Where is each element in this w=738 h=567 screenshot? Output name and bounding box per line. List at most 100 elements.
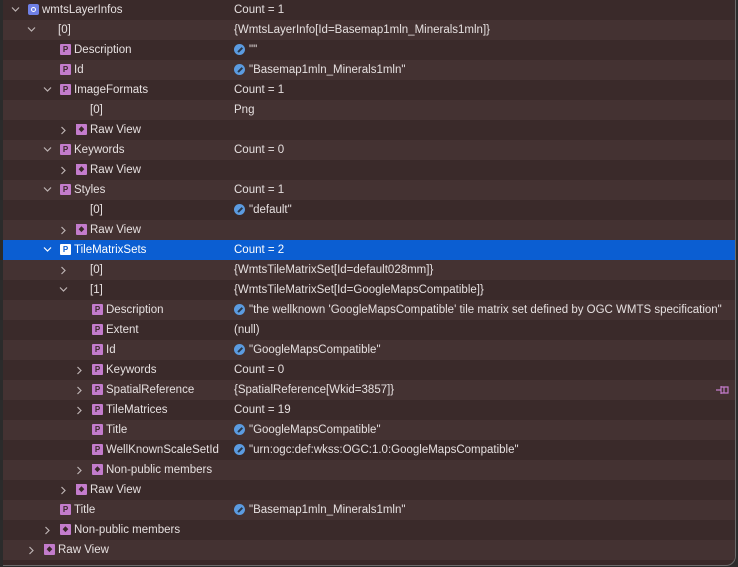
chevron-down-icon[interactable] xyxy=(26,20,36,40)
value-text: {WmtsLayerInfo[Id=Basemap1mln_Minerals1m… xyxy=(234,24,490,36)
tree-row[interactable]: P ImageFormats Count = 1 xyxy=(3,80,735,100)
variable-value: (null) xyxy=(234,320,260,340)
variable-value[interactable]: "the wellknown 'GoogleMapsCompatible' ti… xyxy=(234,300,722,320)
chevron-down-icon[interactable] xyxy=(58,280,68,300)
variable-value: Count = 2 xyxy=(234,240,284,260)
tree-row[interactable]: P TileMatrixSets Count = 2 xyxy=(3,240,735,260)
tree-row[interactable]: [0] {WmtsLayerInfo[Id=Basemap1mln_Mineral… xyxy=(3,20,735,40)
tree-row[interactable]: P WellKnownScaleSetId "urn:ogc:def:wkss:OG… xyxy=(3,440,735,460)
variable-name: Raw View xyxy=(90,124,141,136)
value-text: Png xyxy=(234,104,255,116)
variable-name: Keywords xyxy=(106,364,157,376)
tree-row[interactable]: P Id "GoogleMapsCompatible" xyxy=(3,340,735,360)
variable-value: Count = 0 xyxy=(234,140,284,160)
tree-row[interactable]: P Keywords Count = 0 xyxy=(3,140,735,160)
property-icon: P xyxy=(92,344,103,355)
object-icon xyxy=(28,4,39,15)
chevron-down-icon[interactable] xyxy=(42,80,52,100)
tree-row[interactable]: P Id "Basemap1mln_Minerals1mln" xyxy=(3,60,735,80)
chevron-right-icon[interactable] xyxy=(74,460,84,480)
chevron-down-icon[interactable] xyxy=(42,180,52,200)
folder-icon: ◆ xyxy=(92,464,103,475)
variable-name: [1] xyxy=(90,284,103,296)
edit-value-icon[interactable] xyxy=(234,424,245,435)
variable-name: Styles xyxy=(74,184,106,196)
property-icon: P xyxy=(60,504,71,515)
value-text: "" xyxy=(249,44,258,56)
variable-name: Raw View xyxy=(58,544,109,556)
tree-row[interactable]: [0] "default" xyxy=(3,200,735,220)
variable-name: Description xyxy=(74,44,132,56)
chevron-down-icon[interactable] xyxy=(42,240,52,260)
edit-value-icon[interactable] xyxy=(234,304,245,315)
tree-row[interactable]: P Extent (null) xyxy=(3,320,735,340)
tree-row[interactable]: P Title "GoogleMapsCompatible" xyxy=(3,420,735,440)
property-icon: P xyxy=(92,324,103,335)
variable-name: [0] xyxy=(90,204,103,216)
tree-row[interactable]: [0] {WmtsTileMatrixSet[Id=default028mm]} xyxy=(3,260,735,280)
edit-value-icon[interactable] xyxy=(234,504,245,515)
variable-value[interactable]: "GoogleMapsCompatible" xyxy=(234,340,381,360)
tree-row[interactable]: ◆ Raw View xyxy=(3,480,735,500)
variable-value[interactable]: "default" xyxy=(234,200,292,220)
tree-row[interactable]: ◆ Raw View xyxy=(3,160,735,180)
chevron-right-icon[interactable] xyxy=(74,400,84,420)
chevron-right-icon[interactable] xyxy=(58,260,68,280)
variable-name: Raw View xyxy=(90,484,141,496)
variable-value[interactable]: "Basemap1mln_Minerals1mln" xyxy=(234,500,405,520)
chevron-right-icon[interactable] xyxy=(58,480,68,500)
tree-row[interactable]: P Keywords Count = 0 xyxy=(3,360,735,380)
tree-row[interactable]: [0] Png xyxy=(3,100,735,120)
edit-value-icon[interactable] xyxy=(234,444,245,455)
chevron-right-icon[interactable] xyxy=(26,540,36,560)
variable-value: {SpatialReference[Wkid=3857]} xyxy=(234,380,394,400)
value-text: (null) xyxy=(234,324,260,336)
property-icon: P xyxy=(60,184,71,195)
chevron-down-icon[interactable] xyxy=(10,0,20,20)
folder-icon: ◆ xyxy=(76,484,87,495)
tree-row[interactable]: ◆ Raw View xyxy=(3,540,735,560)
variable-value: {WmtsTileMatrixSet[Id=default028mm]} xyxy=(234,260,433,280)
chevron-right-icon[interactable] xyxy=(42,520,52,540)
value-text: Count = 1 xyxy=(234,84,285,96)
variable-name: WellKnownScaleSetId xyxy=(106,444,219,456)
variable-value[interactable]: "GoogleMapsCompatible" xyxy=(234,420,381,440)
variable-value[interactable]: "Basemap1mln_Minerals1mln" xyxy=(234,60,405,80)
variable-value[interactable]: "" xyxy=(234,40,257,60)
tree-row[interactable]: P Description "" xyxy=(3,40,735,60)
chevron-down-icon[interactable] xyxy=(42,140,52,160)
variable-name: wmtsLayerInfos xyxy=(42,4,123,16)
tree-row[interactable]: [1] {WmtsTileMatrixSet[Id=GoogleMapsCompa… xyxy=(3,280,735,300)
variable-value: Count = 19 xyxy=(234,400,291,420)
tree-row[interactable]: ◆ Non-public members xyxy=(3,460,735,480)
chevron-right-icon[interactable] xyxy=(58,220,68,240)
variable-name: Description xyxy=(106,304,164,316)
variable-name: [0] xyxy=(90,104,103,116)
tree-row[interactable]: P Styles Count = 1 xyxy=(3,180,735,200)
tree-row[interactable]: ◆ Raw View xyxy=(3,220,735,240)
property-icon: P xyxy=(92,304,103,315)
tree-row[interactable]: P Description "the wellknown 'GoogleMapsCo… xyxy=(3,300,735,320)
value-text: {WmtsTileMatrixSet[Id=GoogleMapsCompatib… xyxy=(234,284,484,296)
chevron-right-icon[interactable] xyxy=(58,160,68,180)
tree-row[interactable]: P SpatialReference {SpatialReference[Wkid=… xyxy=(3,380,735,400)
tree-row[interactable]: ◆ Non-public members xyxy=(3,520,735,540)
tree-row[interactable]: wmtsLayerInfos Count = 1 xyxy=(3,0,735,20)
property-icon: P xyxy=(92,444,103,455)
chevron-right-icon[interactable] xyxy=(74,380,84,400)
variable-name: [0] xyxy=(58,24,71,36)
edit-value-icon[interactable] xyxy=(234,344,245,355)
edit-value-icon[interactable] xyxy=(234,204,245,215)
variable-value[interactable]: "urn:ogc:def:wkss:OGC:1.0:GoogleMapsComp… xyxy=(234,440,519,460)
chevron-right-icon[interactable] xyxy=(74,360,84,380)
tree-row[interactable]: P Title "Basemap1mln_Minerals1mln" xyxy=(3,500,735,520)
chevron-right-icon[interactable] xyxy=(58,120,68,140)
edit-value-icon[interactable] xyxy=(234,64,245,75)
value-text: Count = 0 xyxy=(234,364,285,376)
tree-row[interactable]: P TileMatrices Count = 19 xyxy=(3,400,735,420)
variable-value: {WmtsTileMatrixSet[Id=GoogleMapsCompatib… xyxy=(234,280,484,300)
tree-row[interactable]: ◆ Raw View xyxy=(3,120,735,140)
property-icon: P xyxy=(92,384,103,395)
variable-name: [0] xyxy=(90,264,103,276)
edit-value-icon[interactable] xyxy=(234,44,245,55)
